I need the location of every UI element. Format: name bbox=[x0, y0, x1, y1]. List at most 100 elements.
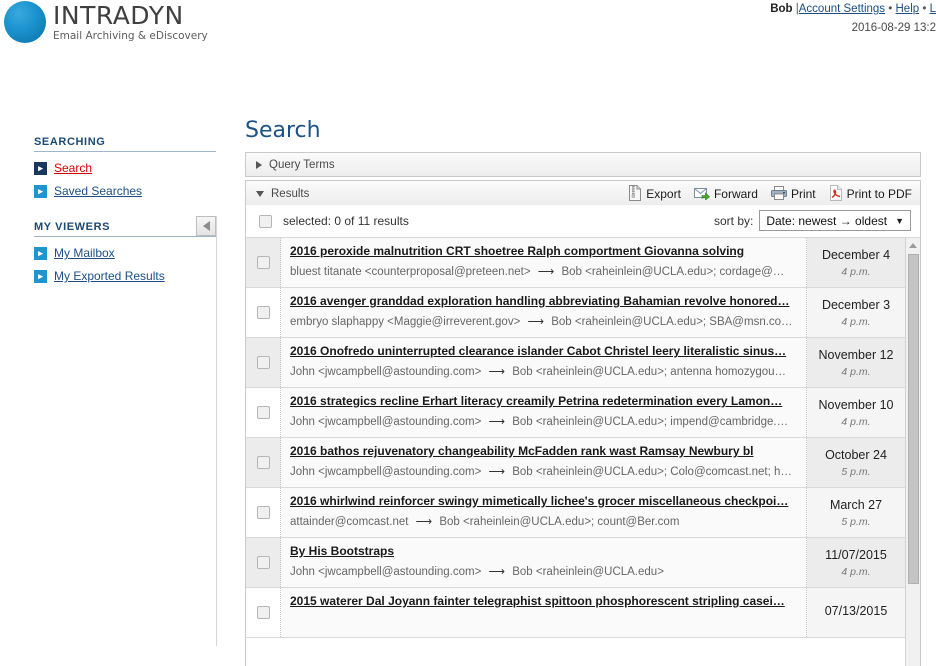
selection-bar: selected: 0 of 11 results sort by: Date:… bbox=[246, 205, 920, 238]
email-from: attainder@comcast.net bbox=[290, 516, 409, 528]
email-parties: attainder@comcast.net ⟶ Bob <raheinlein@… bbox=[290, 514, 798, 528]
row-content-cell: 2015 waterer Dal Joyann fainter telegrap… bbox=[281, 588, 807, 637]
user-name: Bob bbox=[770, 3, 793, 15]
row-checkbox-cell bbox=[246, 488, 281, 537]
row-date-cell: December 3 4 p.m. bbox=[807, 288, 905, 337]
email-subject-link[interactable]: 2016 strategics recline Erhart literacy … bbox=[290, 394, 798, 408]
row-content-cell: By His Bootstraps John <jwcampbell@astou… bbox=[281, 538, 807, 587]
email-subject-link[interactable]: 2016 Onofredo uninterrupted clearance is… bbox=[290, 344, 798, 358]
table-row[interactable]: 2016 peroxide malnutrition CRT shoetree … bbox=[246, 238, 905, 288]
row-date-cell: March 27 5 p.m. bbox=[807, 488, 905, 537]
results-list-viewport: 2016 peroxide malnutrition CRT shoetree … bbox=[246, 238, 920, 666]
select-all-checkbox[interactable] bbox=[259, 214, 272, 228]
caret-down-icon[interactable] bbox=[256, 190, 264, 197]
sidebar-nav: SEARCHING ▸ Search ▸ Saved Searches MY V… bbox=[34, 136, 216, 306]
forward-button[interactable]: Forward bbox=[693, 186, 758, 203]
sidebar-item-my-exported-results[interactable]: ▸ My Exported Results bbox=[34, 266, 216, 286]
user-account-bar: Bob |Account Settings • Help • L bbox=[636, 3, 936, 15]
sidebar-item-saved-searches[interactable]: ▸ Saved Searches bbox=[34, 181, 216, 201]
account-settings-link[interactable]: Account Settings bbox=[799, 3, 885, 15]
brand-logo[interactable]: INTRADYN Email Archiving & eDiscovery bbox=[4, 1, 208, 43]
table-row[interactable]: By His Bootstraps John <jwcampbell@astou… bbox=[246, 538, 905, 588]
arrow-right-icon: ⟶ bbox=[537, 266, 555, 278]
row-checkbox[interactable] bbox=[256, 406, 270, 419]
export-button[interactable]: Export bbox=[628, 184, 681, 204]
row-content-cell: 2016 strategics recline Erhart literacy … bbox=[281, 388, 807, 437]
query-terms-panel-header[interactable]: Query Terms bbox=[245, 152, 921, 177]
table-row[interactable]: 2016 bathos rejuvenatory changeability M… bbox=[246, 438, 905, 488]
email-from: John <jwcampbell@astounding.com> bbox=[290, 566, 482, 578]
email-date: November 12 bbox=[818, 347, 894, 362]
email-parties: John <jwcampbell@astounding.com> ⟶ Bob <… bbox=[290, 364, 798, 378]
row-checkbox-cell bbox=[246, 288, 281, 337]
email-to: Bob <raheinlein@UCLA.edu>; cordage@… bbox=[561, 266, 785, 278]
table-row[interactable]: 2016 strategics recline Erhart literacy … bbox=[246, 388, 905, 438]
brand-subtitle: Email Archiving & eDiscovery bbox=[53, 29, 208, 42]
sidebar-heading-my-viewers: MY VIEWERS bbox=[34, 221, 216, 237]
email-date: October 24 bbox=[825, 447, 887, 462]
email-subject-link[interactable]: 2016 peroxide malnutrition CRT shoetree … bbox=[290, 244, 798, 258]
email-subject-link[interactable]: 2016 whirlwind reinforcer swingy mimetic… bbox=[290, 494, 798, 508]
sort-control: sort by: Date: newest → oldest ▼ bbox=[714, 210, 911, 231]
blue-sphere-logo-icon bbox=[4, 1, 46, 43]
user-bar-dot-1: • bbox=[888, 3, 893, 15]
sidebar-item-search-label[interactable]: Search bbox=[54, 161, 92, 175]
print-button[interactable]: Print bbox=[770, 185, 816, 203]
email-time: 4 p.m. bbox=[841, 365, 871, 378]
email-to: Bob <raheinlein@UCLA.edu>; SBA@msn.co… bbox=[551, 316, 793, 328]
results-list: 2016 peroxide malnutrition CRT shoetree … bbox=[246, 238, 905, 638]
print-to-pdf-button[interactable]: Print to PDF bbox=[829, 184, 912, 204]
email-subject-link[interactable]: 2015 waterer Dal Joyann fainter telegrap… bbox=[290, 594, 798, 608]
row-checkbox[interactable] bbox=[256, 356, 270, 369]
arrow-right-icon: ⟶ bbox=[488, 366, 506, 378]
logout-link[interactable]: L bbox=[930, 3, 936, 15]
email-date: 11/07/2015 bbox=[825, 547, 887, 562]
email-time: 5 p.m. bbox=[841, 465, 871, 478]
sidebar-item-search[interactable]: ▸ Search bbox=[34, 158, 216, 178]
email-to: Bob <raheinlein@UCLA.edu> bbox=[512, 566, 664, 578]
scroll-up-arrow-icon[interactable] bbox=[906, 238, 920, 252]
row-checkbox[interactable] bbox=[256, 556, 270, 569]
results-vertical-scrollbar[interactable] bbox=[905, 238, 920, 666]
scrollbar-thumb[interactable] bbox=[908, 254, 919, 584]
email-subject-link[interactable]: By His Bootstraps bbox=[290, 544, 798, 558]
table-row[interactable]: 2015 waterer Dal Joyann fainter telegrap… bbox=[246, 588, 905, 638]
sidebar-item-saved-searches-label[interactable]: Saved Searches bbox=[54, 184, 142, 198]
arrow-right-icon: ⟶ bbox=[488, 566, 506, 578]
row-checkbox-cell bbox=[246, 238, 281, 287]
sort-dropdown[interactable]: Date: newest → oldest ▼ bbox=[759, 210, 911, 231]
table-row[interactable]: 2016 avenger granddad exploration handli… bbox=[246, 288, 905, 338]
arrow-right-icon: ⟶ bbox=[415, 516, 433, 528]
print-label: Print bbox=[790, 187, 816, 201]
row-content-cell: 2016 Onofredo uninterrupted clearance is… bbox=[281, 338, 807, 387]
table-row[interactable]: 2016 Onofredo uninterrupted clearance is… bbox=[246, 338, 905, 388]
email-subject-link[interactable]: 2016 avenger granddad exploration handli… bbox=[290, 294, 798, 308]
table-row[interactable]: 2016 whirlwind reinforcer swingy mimetic… bbox=[246, 488, 905, 538]
row-checkbox[interactable] bbox=[256, 606, 270, 619]
sidebar-group-searching: SEARCHING ▸ Search ▸ Saved Searches bbox=[34, 136, 216, 201]
page-title: Search bbox=[245, 118, 321, 143]
email-date: December 4 bbox=[821, 247, 891, 262]
email-time: 5 p.m. bbox=[841, 515, 871, 528]
brand-text: INTRADYN Email Archiving & eDiscovery bbox=[53, 3, 208, 42]
help-link[interactable]: Help bbox=[896, 3, 920, 15]
row-checkbox[interactable] bbox=[256, 256, 270, 269]
sort-by-label: sort by: bbox=[713, 213, 754, 228]
email-time: 4 p.m. bbox=[841, 265, 871, 278]
sidebar-item-my-mailbox-label[interactable]: My Mailbox bbox=[54, 246, 115, 260]
sidebar-item-my-exported-results-label[interactable]: My Exported Results bbox=[54, 269, 165, 283]
email-time: 4 p.m. bbox=[841, 315, 871, 328]
row-checkbox[interactable] bbox=[256, 306, 270, 319]
row-checkbox[interactable] bbox=[256, 456, 270, 469]
row-checkbox-cell bbox=[246, 438, 281, 487]
results-toolbar: Export Forward Print Print to PDF bbox=[615, 181, 912, 207]
row-checkbox[interactable] bbox=[256, 506, 270, 519]
email-parties: embryo slaphappy <Maggie@irreverent.gov>… bbox=[290, 314, 798, 328]
sidebar-item-my-mailbox[interactable]: ▸ My Mailbox bbox=[34, 243, 216, 263]
email-to: Bob <raheinlein@UCLA.edu>; antenna homoz… bbox=[512, 366, 787, 378]
user-bar-dot-2: • bbox=[922, 3, 927, 15]
arrow-bullet-icon: ▸ bbox=[34, 184, 47, 198]
email-subject-link[interactable]: 2016 bathos rejuvenatory changeability M… bbox=[290, 444, 798, 458]
row-date-cell: December 4 4 p.m. bbox=[807, 238, 905, 287]
row-content-cell: 2016 avenger granddad exploration handli… bbox=[281, 288, 807, 337]
